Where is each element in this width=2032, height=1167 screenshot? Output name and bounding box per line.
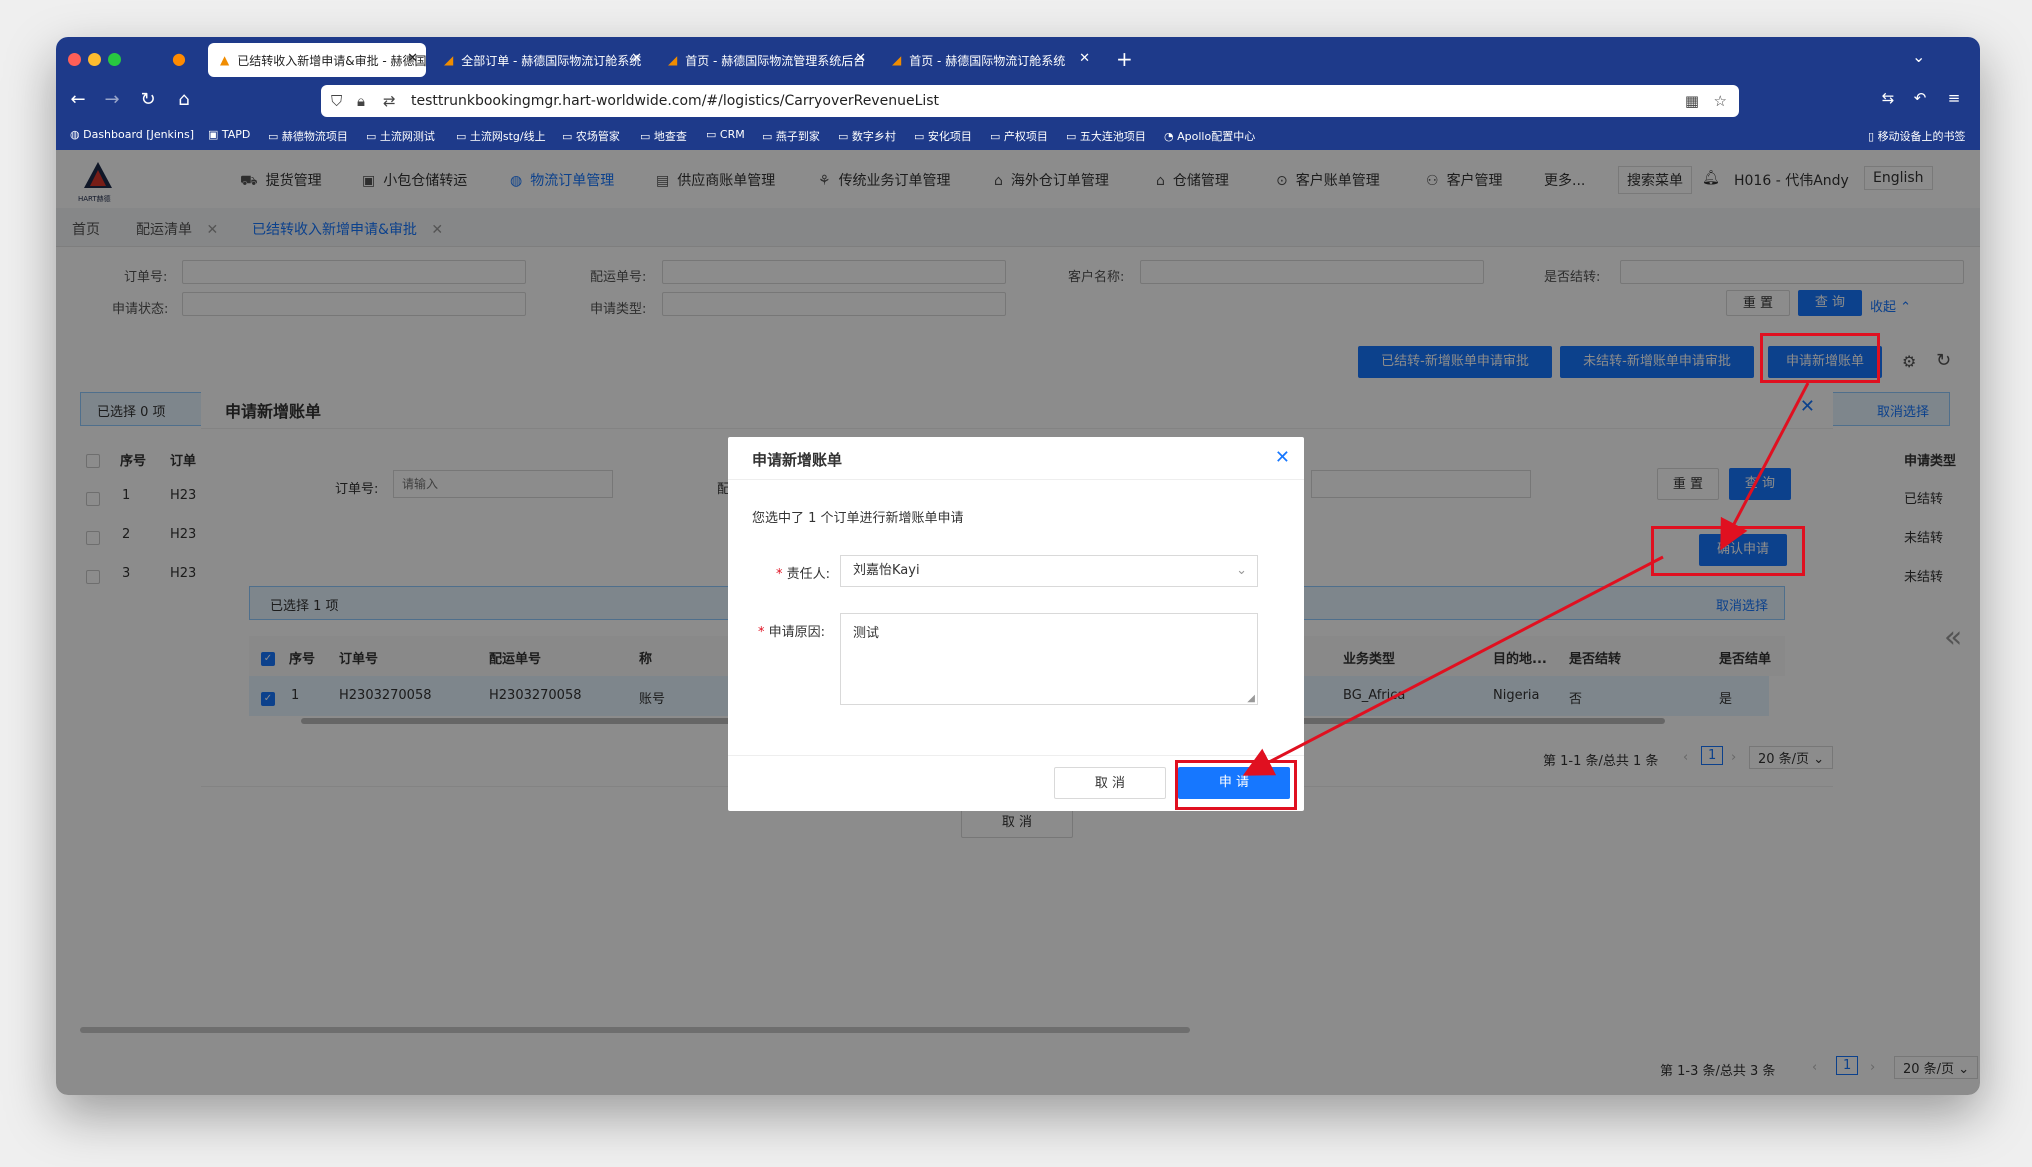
arrow-to-confirm <box>1720 382 1810 551</box>
arrow-to-submit <box>1242 555 1664 776</box>
annotation-arrows <box>1242 382 1810 776</box>
browser-window: ● ▲ 已结转收入新增申请&审批 - 赫德国 ✕ ◢ 全部订单 - 赫德国际物流… <box>56 37 1980 1095</box>
